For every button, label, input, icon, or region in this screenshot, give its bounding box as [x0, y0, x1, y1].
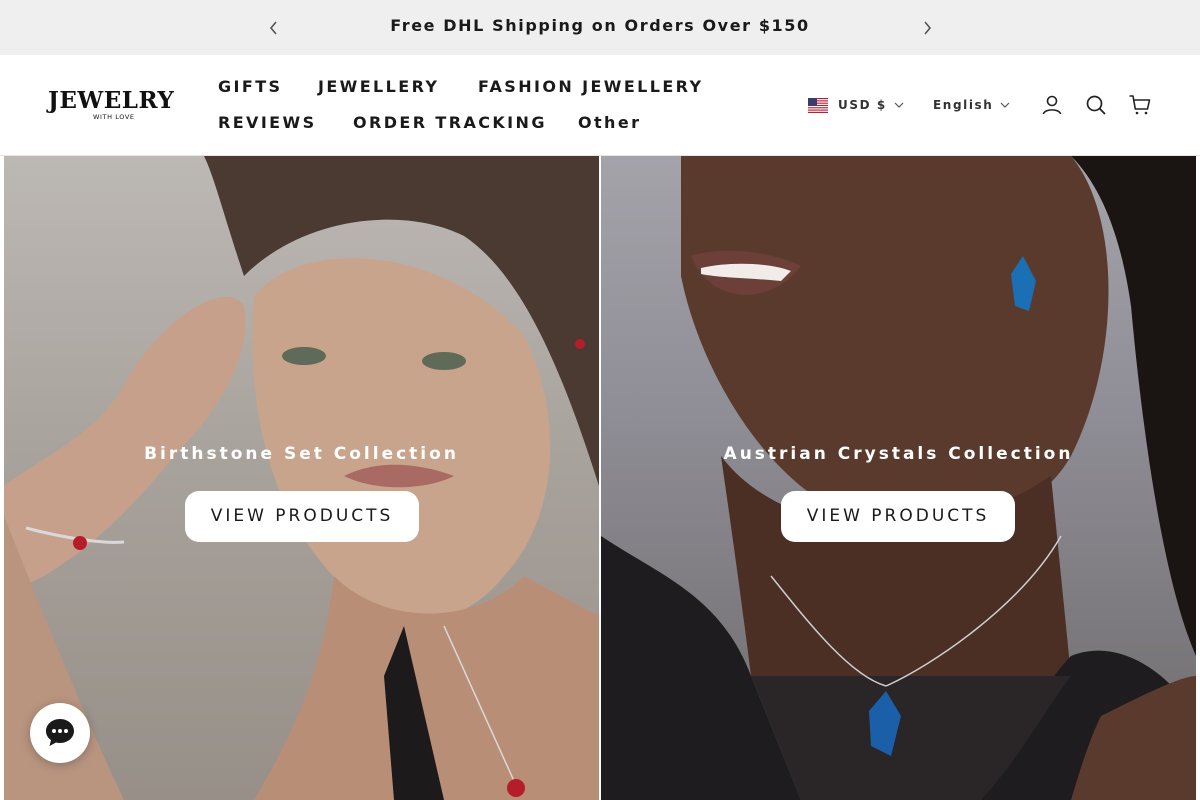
nav-order-tracking[interactable]: ORDER TRACKING [353, 113, 547, 132]
nav-fashion-jewellery[interactable]: FASHION JEWELLERY [478, 77, 704, 96]
currency-label: USD $ [838, 98, 887, 112]
account-icon[interactable] [1040, 93, 1064, 117]
announcement-bar: Free DHL Shipping on Orders Over $150 [0, 0, 1200, 55]
logo[interactable]: JEWELRY WITH LOVE [48, 87, 180, 127]
language-label: English [933, 98, 994, 112]
collection-title: Austrian Crystals Collection [723, 444, 1074, 464]
chevron-down-icon [894, 102, 904, 108]
nav-gifts[interactable]: GIFTS [218, 77, 282, 96]
announcement-text: Free DHL Shipping on Orders Over $150 [390, 16, 810, 35]
logo-tagline: WITH LOVE [93, 113, 135, 121]
hero-collections: Birthstone Set Collection VIEW PRODUCTS [4, 156, 1196, 800]
language-selector[interactable]: English [933, 96, 1010, 114]
search-icon[interactable] [1084, 93, 1108, 117]
next-arrow-icon[interactable] [917, 18, 937, 38]
chevron-down-icon [1001, 102, 1010, 108]
collection-title: Birthstone Set Collection [144, 444, 459, 464]
nav-reviews[interactable]: REVIEWS [218, 113, 317, 132]
view-products-button[interactable]: VIEW PRODUCTS [781, 491, 1015, 542]
collection-card-austrian-crystals[interactable]: Austrian Crystals Collection VIEW PRODUC… [601, 156, 1196, 800]
nav-jewellery[interactable]: JEWELLERY [318, 77, 439, 96]
nav-other[interactable]: Other [578, 113, 641, 132]
model-photo [4, 156, 599, 800]
site-header: JEWELRY WITH LOVE GIFTS JEWELLERY FASHIO… [0, 55, 1200, 156]
view-products-button[interactable]: VIEW PRODUCTS [185, 491, 419, 542]
cart-icon[interactable] [1128, 93, 1152, 117]
us-flag-icon [808, 97, 828, 113]
collection-card-birthstone[interactable]: Birthstone Set Collection VIEW PRODUCTS [4, 156, 599, 800]
chat-icon [46, 719, 74, 746]
chat-widget-button[interactable] [30, 703, 90, 763]
model-photo [601, 156, 1196, 800]
currency-selector[interactable]: USD $ [808, 96, 904, 114]
logo-text: JEWELRY [48, 87, 175, 114]
